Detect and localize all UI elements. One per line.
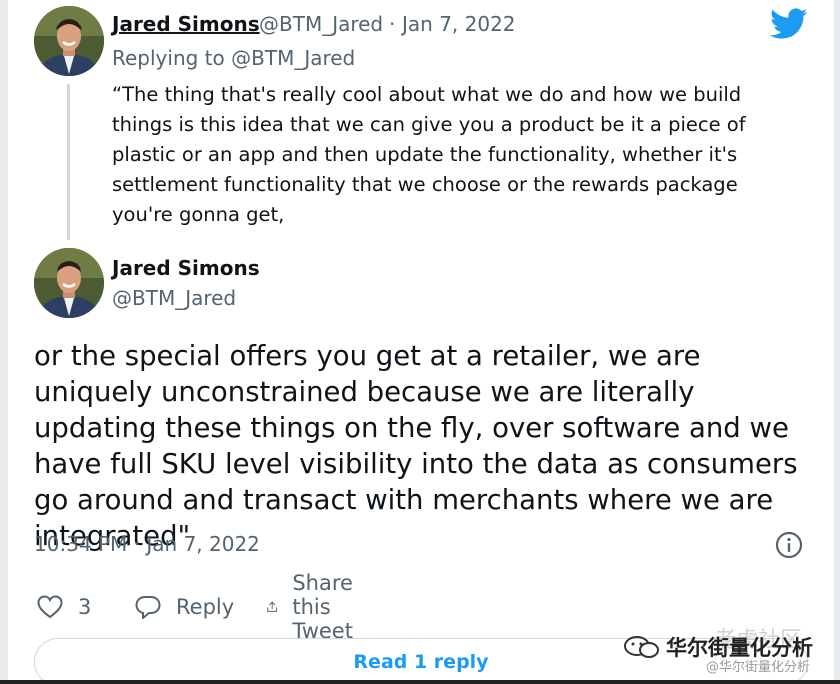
author-handle[interactable]: @BTM_Jared: [112, 286, 236, 310]
twitter-bird-icon[interactable]: [770, 8, 808, 40]
info-icon[interactable]: [774, 530, 804, 560]
separator-dot: ·: [389, 12, 396, 36]
reply-label: Reply: [176, 595, 235, 619]
thread-connector-line: [67, 84, 70, 240]
avatar[interactable]: [34, 6, 104, 76]
reply-button[interactable]: Reply: [134, 590, 234, 624]
watermark: 老虎社区 华尔街量化分析 @华尔街量化分析: [622, 620, 832, 680]
avatar[interactable]: [34, 248, 104, 318]
heart-icon: [37, 595, 63, 619]
reply-bubble-icon: [135, 596, 161, 619]
wechat-icon: [624, 636, 659, 658]
replying-to-prefix: Replying to: [112, 46, 225, 70]
tweet-timestamp[interactable]: 10:34 PM · Jan 7, 2022: [34, 532, 260, 556]
tweet-text: or the special offers you get at a retai…: [34, 340, 798, 552]
author-handle[interactable]: @BTM_Jared: [259, 12, 383, 36]
replying-to-handle[interactable]: @BTM_Jared: [231, 46, 355, 70]
like-button[interactable]: 3: [36, 590, 91, 624]
avatar-photo: [34, 248, 104, 318]
share-icon: [267, 601, 278, 612]
tweet-date[interactable]: Jan 7, 2022: [402, 12, 516, 36]
watermark-sub-text: @华尔街量化分析: [706, 660, 811, 675]
window-frame-bottom: [0, 680, 840, 684]
like-count: 3: [78, 595, 92, 619]
quoted-tweet-text: “The thing that's really cool about what…: [112, 83, 746, 226]
window-frame-right: [834, 0, 840, 684]
replying-to-line: Replying to @BTM_Jared: [112, 46, 355, 70]
avatar-photo: [34, 6, 104, 76]
share-label: Share this Tweet: [292, 571, 353, 643]
author-name[interactable]: Jared Simons: [112, 12, 260, 36]
share-button[interactable]: Share this Tweet: [266, 571, 369, 643]
author-name[interactable]: Jared Simons: [112, 256, 260, 280]
window-frame-left: [0, 0, 8, 684]
